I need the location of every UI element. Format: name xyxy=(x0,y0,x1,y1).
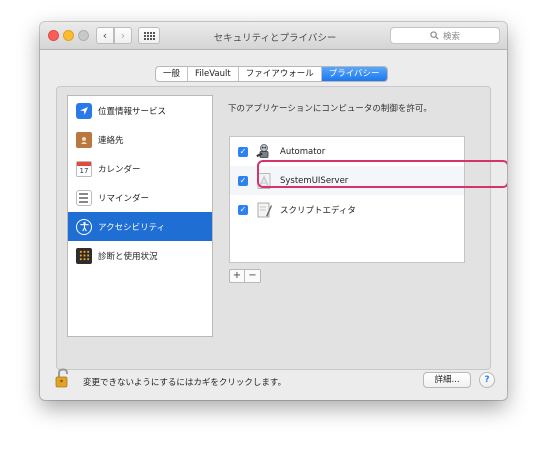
sidebar-item-diagnostics[interactable]: 診断と使用状況 xyxy=(68,241,212,270)
sidebar-item-label: アクセシビリティ xyxy=(98,222,166,233)
sidebar-item-calendar[interactable]: 17 カレンダー xyxy=(68,154,212,183)
tab-bar: 一般 FileVault ファイアウォール プライバシー xyxy=(155,66,388,82)
apps-heading: 下のアプリケーションにコンピュータの制御を許可。 xyxy=(228,104,432,114)
forward-button[interactable]: › xyxy=(114,27,132,44)
list-item-script-editor[interactable]: ✓ スクリプトエディタ xyxy=(230,195,464,224)
sidebar-item-label: カレンダー xyxy=(98,164,141,175)
show-all-button[interactable] xyxy=(138,27,160,44)
window-title: セキュリティとプライバシー xyxy=(213,33,337,44)
grid-icon xyxy=(143,31,155,40)
list-item-automator[interactable]: ✓ Automator xyxy=(230,137,464,166)
app-name: SystemUIServer xyxy=(280,175,349,186)
chevron-right-icon: › xyxy=(120,29,126,42)
app-checkbox[interactable]: ✓ xyxy=(238,204,248,215)
lock-hint-text: 変更できないようにするにはカギをクリックします。 xyxy=(83,378,287,388)
app-list: ✓ Automator ✓ SystemUIServer ✓ スクリプトエディタ xyxy=(229,136,465,263)
sidebar-item-contacts[interactable]: 連絡先 xyxy=(68,125,212,154)
tab-firewall[interactable]: ファイアウォール xyxy=(239,67,322,81)
lock-open-icon xyxy=(55,368,68,388)
sidebar-item-label: 診断と使用状況 xyxy=(98,251,158,262)
sidebar-item-label: 位置情報サービス xyxy=(98,106,167,117)
unlock-button[interactable] xyxy=(54,368,72,388)
sidebar-item-label: リマインダー xyxy=(98,193,150,204)
app-checkbox[interactable]: ✓ xyxy=(238,146,248,157)
list-edit-controls: + − xyxy=(229,269,261,283)
app-name: スクリプトエディタ xyxy=(280,205,356,216)
sidebar-item-accessibility[interactable]: アクセシビリティ xyxy=(68,212,212,241)
system-ui-server-icon xyxy=(255,172,273,190)
remove-app-button[interactable]: − xyxy=(245,270,260,282)
location-arrow-icon xyxy=(76,102,92,119)
checkmark-icon: ✓ xyxy=(239,146,247,156)
tab-filevault[interactable]: FileVault xyxy=(188,67,239,81)
list-item-systemuiserver[interactable]: ✓ SystemUIServer xyxy=(230,166,464,195)
zoom-window-button[interactable] xyxy=(78,30,89,41)
details-button[interactable]: 詳細... xyxy=(423,372,471,388)
app-name: Automator xyxy=(280,146,326,157)
tab-privacy[interactable]: プライバシー xyxy=(321,67,387,81)
preferences-window: ‹ › セキュリティとプライバシー 検索 一般 FileVault ファイアウォ… xyxy=(40,22,507,400)
checkmark-icon: ✓ xyxy=(239,204,247,214)
title-bar[interactable]: ‹ › セキュリティとプライバシー 検索 xyxy=(40,22,507,50)
minimize-window-button[interactable] xyxy=(63,30,74,41)
diagnostics-icon xyxy=(76,247,92,264)
search-field[interactable]: 検索 xyxy=(390,27,500,44)
calendar-day: 17 xyxy=(79,166,89,175)
contacts-book-icon xyxy=(76,131,92,148)
app-checkbox[interactable]: ✓ xyxy=(238,175,248,186)
automator-robot-icon xyxy=(255,143,273,161)
checkmark-icon: ✓ xyxy=(239,175,247,185)
search-placeholder: 検索 xyxy=(442,31,460,42)
add-app-button[interactable]: + xyxy=(230,270,245,282)
back-button[interactable]: ‹ xyxy=(96,27,114,44)
search-icon xyxy=(430,31,439,40)
sidebar-item-label: 連絡先 xyxy=(98,135,124,146)
privacy-sidebar: 位置情報サービス 連絡先 17 カレンダー リマインダー アクセシビリティ 診断… xyxy=(67,95,213,337)
chevron-left-icon: ‹ xyxy=(102,29,108,42)
script-editor-icon xyxy=(255,201,273,219)
tab-general[interactable]: 一般 xyxy=(156,67,189,81)
sidebar-item-location-services[interactable]: 位置情報サービス xyxy=(68,96,212,125)
accessibility-icon xyxy=(76,218,92,235)
close-window-button[interactable] xyxy=(48,30,59,41)
calendar-icon: 17 xyxy=(76,160,92,177)
reminders-list-icon xyxy=(76,189,92,206)
sidebar-item-reminders[interactable]: リマインダー xyxy=(68,183,212,212)
help-button[interactable]: ? xyxy=(479,372,495,388)
